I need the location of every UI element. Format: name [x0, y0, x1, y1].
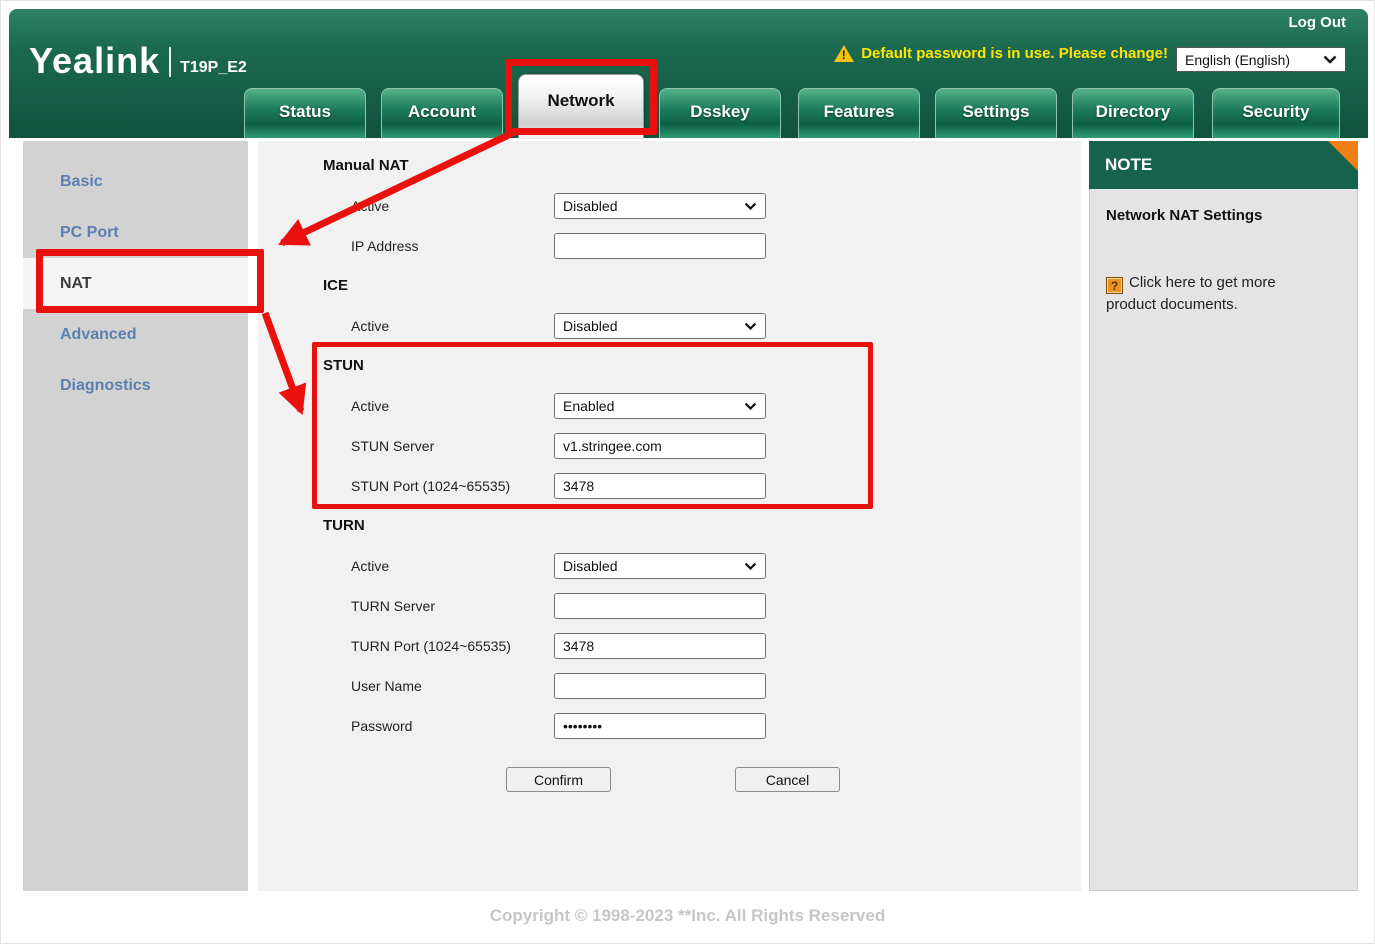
- field-label: IP Address: [258, 238, 554, 254]
- folded-corner-icon: [1328, 141, 1358, 171]
- stun-server-input[interactable]: [554, 433, 766, 459]
- tab-account[interactable]: Account: [381, 88, 503, 138]
- tab-directory[interactable]: Directory: [1072, 88, 1194, 138]
- sidebar-item-basic[interactable]: Basic: [23, 156, 248, 207]
- language-select[interactable]: English (English): [1176, 47, 1346, 72]
- warning-icon: !: [834, 45, 854, 62]
- turn-port-row: TURN Port (1024~65535): [258, 626, 1081, 666]
- section-title-ice: ICE: [323, 266, 1081, 306]
- sidebar-item-advanced[interactable]: Advanced: [23, 309, 248, 360]
- tab-status[interactable]: Status: [244, 88, 366, 138]
- tab-security[interactable]: Security: [1212, 88, 1340, 138]
- note-panel-header: NOTE: [1089, 141, 1358, 189]
- ice-active-row: Active Disabled: [258, 306, 1081, 346]
- stun-port-row: STUN Port (1024~65535): [258, 466, 1081, 506]
- header: Log Out ! Default password is in use. Pl…: [9, 9, 1368, 138]
- note-panel: Network NAT Settings ?Click here to get …: [1089, 189, 1358, 891]
- chevron-down-icon: [1323, 55, 1337, 64]
- sidebar-item-diagnostics[interactable]: Diagnostics: [23, 360, 248, 411]
- password-row: Password: [258, 706, 1081, 746]
- sidebar-item-pc-port[interactable]: PC Port: [23, 207, 248, 258]
- form-buttons: Confirm Cancel: [258, 758, 1081, 804]
- yealink-admin-page: Log Out ! Default password is in use. Pl…: [0, 0, 1375, 944]
- manual-nat-active-row: Active Disabled: [258, 186, 1081, 226]
- sidebar: Basic PC Port NAT Advanced Diagnostics: [23, 141, 248, 891]
- user-name-input[interactable]: [554, 673, 766, 699]
- brand: Yealink T19P_E2: [29, 43, 247, 79]
- turn-active-row: Active Disabled: [258, 546, 1081, 586]
- ip-address-input[interactable]: [554, 233, 766, 259]
- manual-nat-active-select[interactable]: Disabled: [554, 193, 766, 219]
- ice-active-select[interactable]: Disabled: [554, 313, 766, 339]
- section-title-stun: STUN: [323, 346, 1081, 386]
- field-label: Active: [258, 558, 554, 574]
- select-value: Enabled: [563, 398, 614, 414]
- turn-server-input[interactable]: [554, 593, 766, 619]
- model-name: T19P_E2: [180, 59, 247, 77]
- stun-server-row: STUN Server: [258, 426, 1081, 466]
- field-label: Password: [258, 718, 554, 734]
- tab-settings[interactable]: Settings: [935, 88, 1057, 138]
- stun-active-select[interactable]: Enabled: [554, 393, 766, 419]
- field-label: Active: [258, 318, 554, 334]
- field-label: TURN Server: [258, 598, 554, 614]
- field-label: Active: [258, 398, 554, 414]
- product-docs-link[interactable]: ?Click here to get more product document…: [1106, 272, 1301, 315]
- password-input[interactable]: [554, 713, 766, 739]
- chevron-down-icon: [744, 322, 757, 330]
- select-value: Disabled: [563, 558, 617, 574]
- tab-dsskey[interactable]: Dsskey: [659, 88, 781, 138]
- chevron-down-icon: [744, 402, 757, 410]
- turn-server-row: TURN Server: [258, 586, 1081, 626]
- section-title-turn: TURN: [323, 506, 1081, 546]
- tab-network[interactable]: Network: [518, 74, 644, 138]
- logo-divider: [169, 47, 171, 77]
- help-link-text: Click here to get more product documents…: [1106, 274, 1276, 313]
- user-name-row: User Name: [258, 666, 1081, 706]
- select-value: Disabled: [563, 198, 617, 214]
- stun-port-input[interactable]: [554, 473, 766, 499]
- field-label: STUN Server: [258, 438, 554, 454]
- tab-features[interactable]: Features: [798, 88, 920, 138]
- turn-active-select[interactable]: Disabled: [554, 553, 766, 579]
- logout-link[interactable]: Log Out: [1289, 14, 1346, 31]
- warning-text: Default password is in use. Please chang…: [861, 45, 1168, 62]
- ip-address-row: IP Address: [258, 226, 1081, 266]
- select-value: Disabled: [563, 318, 617, 334]
- chevron-down-icon: [744, 202, 757, 210]
- chevron-down-icon: [744, 562, 757, 570]
- note-heading: Network NAT Settings: [1106, 207, 1341, 224]
- field-label: Active: [258, 198, 554, 214]
- question-mark-icon: ?: [1106, 277, 1123, 294]
- sidebar-item-nat[interactable]: NAT: [23, 258, 248, 309]
- yealink-logo: Yealink: [29, 43, 160, 79]
- nat-settings-form: Manual NAT Active Disabled IP Address IC…: [258, 141, 1081, 891]
- cancel-button[interactable]: Cancel: [735, 767, 840, 792]
- confirm-button[interactable]: Confirm: [506, 767, 611, 792]
- stun-active-row: Active Enabled: [258, 386, 1081, 426]
- field-label: TURN Port (1024~65535): [258, 638, 554, 654]
- section-title-manual-nat: Manual NAT: [323, 146, 1081, 186]
- field-label: User Name: [258, 678, 554, 694]
- language-selected-value: English (English): [1185, 52, 1290, 68]
- copyright-text: Copyright © 1998-2023 **Inc. All Rights …: [1, 906, 1374, 926]
- password-warning: ! Default password is in use. Please cha…: [834, 45, 1168, 62]
- field-label: STUN Port (1024~65535): [258, 478, 554, 494]
- turn-port-input[interactable]: [554, 633, 766, 659]
